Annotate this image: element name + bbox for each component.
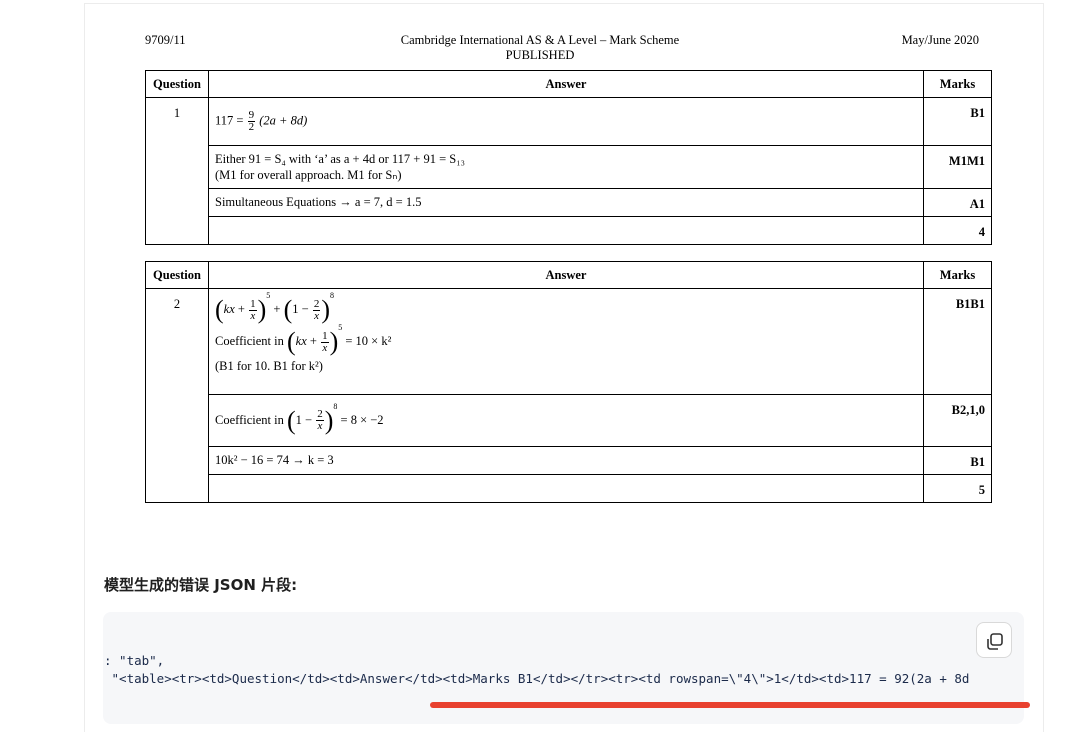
answer-cell: (kx + 1 x)5 + (1 − 2 x)8 Coefficient in (k…: [208, 288, 924, 395]
answer-line: Either 91 = S₄ with ‘a’ as a + 4d or 117…: [215, 151, 465, 166]
code-line-2: "<table><tr><td>Question</td><td>Answer<…: [104, 671, 970, 686]
title-line-2: PUBLISHED: [505, 48, 575, 62]
question-number: 2: [145, 288, 209, 503]
copy-button[interactable]: [976, 622, 1012, 658]
header-answer: Answer: [208, 261, 924, 289]
mark-cell: M1M1: [923, 145, 992, 189]
header-marks: Marks: [923, 261, 992, 289]
header-question: Question: [145, 70, 209, 98]
section-heading: 模型生成的错误 JSON 片段:: [104, 576, 298, 594]
copy-icon: [987, 633, 1003, 650]
answer-cell: Simultaneous Equations → a = 7, d = 1.5: [208, 188, 924, 217]
mark-scheme-table-q2: Question Answer Marks 2 (kx + 1 x)5 + (1 …: [145, 261, 992, 503]
equation-prefix: 117 =: [215, 113, 244, 128]
question-number: 1: [145, 97, 209, 245]
coefficient-result: = 10 × k²: [345, 333, 392, 348]
answer-cell: Coefficient in (1 − 2 x)8 = 8 × −2: [208, 394, 924, 447]
mark-cell: B1: [923, 446, 992, 475]
header-marks: Marks: [923, 70, 992, 98]
header-question: Question: [145, 261, 209, 289]
answer-cell-empty: [208, 216, 924, 245]
exam-date: May/June 2020: [901, 33, 979, 47]
fraction: 92: [247, 110, 256, 133]
coefficient-label: Coefficient in: [215, 333, 284, 348]
coefficient-line: Coefficient in (kx + 1 x)5 = 10 × k²: [215, 323, 392, 356]
coefficient-result: = 8 × −2: [340, 412, 384, 427]
equation-rest: (2a + 8d): [259, 113, 308, 128]
binomial-expression: (kx + 1 x)5 + (1 − 2 x)8: [215, 291, 334, 324]
answer-note: (B1 for 10. B1 for k²): [215, 359, 323, 373]
error-highlight-underline: [430, 702, 1030, 708]
answer-cell: 10k² − 16 = 74 → k = 3: [208, 446, 924, 475]
answer-note: (M1 for overall approach. M1 for Sₙ): [215, 167, 402, 182]
total-mark: 5: [923, 474, 992, 503]
coefficient-label: Coefficient in: [215, 412, 284, 427]
answer-cell: 117 = 92 (2a + 8d): [208, 97, 924, 146]
header-answer: Answer: [208, 70, 924, 98]
mark-cell: B1B1: [923, 288, 992, 395]
answer-cell-empty: [208, 474, 924, 503]
mark-cell: A1: [923, 188, 992, 217]
mark-cell: B1: [923, 97, 992, 146]
mark-cell: B2,1,0: [923, 394, 992, 447]
answer-cell: Either 91 = S₄ with ‘a’ as a + 4d or 117…: [208, 145, 924, 189]
total-mark: 4: [923, 216, 992, 245]
fraction-denominator: 2: [248, 121, 255, 133]
code-line-1: : "tab",: [104, 653, 165, 668]
mark-scheme-table-q1: Question Answer Marks 1 117 = 92 (2a + 8…: [145, 70, 992, 245]
